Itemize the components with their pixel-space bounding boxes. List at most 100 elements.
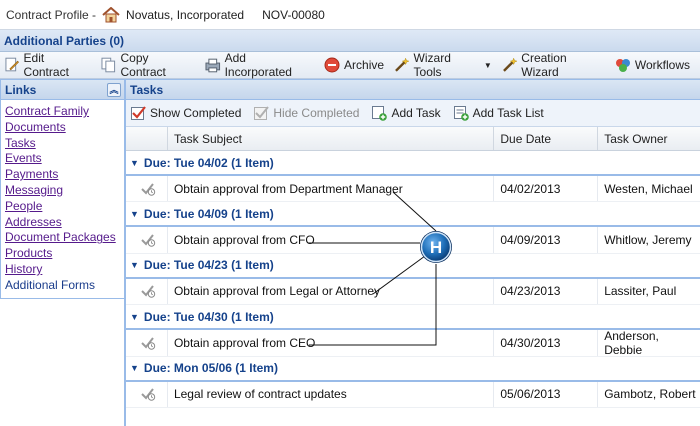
task-owner-cell: Lassiter, Paul — [604, 284, 677, 299]
link-additional-forms[interactable]: Additional Forms — [5, 278, 124, 294]
copy-document-icon — [101, 57, 116, 73]
task-row[interactable]: Legal review of contract updates 05/06/20… — [126, 381, 700, 408]
edit-contract-label: Edit Contract — [23, 51, 69, 79]
task-icon-cell — [126, 176, 168, 202]
link-documents[interactable]: Documents — [5, 120, 124, 136]
edit-contract-button[interactable]: Edit Contract — [4, 51, 91, 79]
task-icon-cell — [126, 227, 168, 253]
wand-icon — [395, 57, 410, 72]
add-task-label: Add Task — [391, 106, 441, 120]
column-icon-header — [126, 127, 168, 150]
add-task-list-label: Add Task List — [472, 106, 544, 120]
link-events[interactable]: Events — [5, 151, 124, 167]
task-subject-cell[interactable]: Legal review of contract updates — [168, 381, 495, 407]
link-addresses[interactable]: Addresses — [5, 215, 124, 231]
company-name: Novatus, Incorporated — [126, 7, 245, 22]
task-due-cell: 04/23/2013 — [494, 278, 599, 305]
main-toolbar: Edit Contract Copy Contract Add Incorpor… — [0, 51, 700, 79]
task-owner-cell: Anderson, Debbie — [604, 328, 659, 357]
link-history[interactable]: History — [5, 262, 124, 278]
task-subject-cell[interactable]: Obtain approval from Department Manager — [168, 176, 495, 202]
task-row[interactable]: Obtain approval from CFO 04/09/2013 Whitlo… — [126, 227, 700, 254]
tasks-toolbar: Show Completed Hide Completed Add Task A… — [126, 100, 700, 127]
task-subject-cell[interactable]: Obtain approval from CEO — [168, 330, 495, 356]
group-label: Due: Tue 04/23 (1 Item) — [143, 258, 274, 273]
task-row[interactable]: Obtain approval from Department Manager 0… — [126, 176, 700, 203]
task-owner-cell: Whitlow, Jeremy — [604, 233, 692, 248]
links-sidebar: Links ︽ Contract Family Documents Tasks … — [0, 79, 125, 299]
hide-completed-button[interactable]: Hide Completed — [253, 105, 359, 121]
links-header: Links ︽ — [1, 80, 124, 100]
task-status-icon[interactable] — [140, 387, 156, 401]
group-row[interactable]: ▼ Due: Mon 05/06 (1 Item) — [126, 356, 700, 382]
tasks-title: Tasks — [130, 82, 164, 97]
group-row[interactable]: ▼ Due: Tue 04/30 (1 Item) — [126, 305, 700, 331]
group-row[interactable]: ▼ Due: Tue 04/23 (1 Item) — [126, 253, 700, 279]
task-owner-cell: Westen, Michael — [604, 181, 693, 196]
links-title: Links — [5, 82, 37, 97]
link-tasks[interactable]: Tasks — [5, 136, 124, 152]
copy-contract-label: Copy Contract — [120, 51, 166, 79]
group-row[interactable]: ▼ Due: Tue 04/09 (1 Item) — [126, 202, 700, 228]
task-icon-cell — [126, 330, 168, 356]
task-row[interactable]: Obtain approval from CEO 04/30/2013 Anders… — [126, 328, 700, 357]
task-status-icon[interactable] — [140, 336, 156, 350]
printer-add-icon — [205, 58, 221, 73]
column-due-date[interactable]: Due Date — [494, 127, 599, 150]
task-owner-cell: Gambotz, Robert — [604, 387, 696, 402]
archive-button[interactable]: Archive — [324, 57, 384, 73]
hide-completed-label: Hide Completed — [273, 106, 360, 120]
task-row[interactable]: Obtain approval from Legal or Attorney 04… — [126, 278, 700, 306]
group-label: Due: Mon 05/06 (1 Item) — [143, 361, 278, 376]
link-people[interactable]: People — [5, 199, 124, 215]
group-collapse-icon[interactable]: ▼ — [130, 260, 139, 270]
archive-label: Archive — [344, 58, 385, 72]
add-incorporated-label: Add Incorporated — [224, 51, 292, 79]
task-due-cell: 04/02/2013 — [494, 176, 599, 202]
workflow-icon — [615, 59, 630, 72]
collapse-up-icon[interactable]: ︽ — [107, 82, 121, 97]
link-payments[interactable]: Payments — [5, 167, 124, 183]
add-task-icon — [372, 106, 388, 121]
link-products[interactable]: Products — [5, 246, 124, 262]
checkbox-disabled-icon — [254, 106, 270, 120]
chevron-down-icon: ▼ — [483, 60, 492, 70]
tasks-panel: Tasks Show Completed Hide Completed Add … — [125, 79, 700, 426]
column-task-owner[interactable]: Task Owner — [598, 127, 700, 150]
callout-letter: H — [430, 238, 442, 257]
group-row[interactable]: ▼ Due: Tue 04/02 (1 Item) — [126, 151, 700, 176]
task-status-icon[interactable] — [140, 233, 156, 247]
show-completed-button[interactable]: Show Completed — [130, 105, 241, 121]
add-incorporated-button[interactable]: Add Incorporated — [205, 51, 314, 79]
task-subject-cell[interactable]: Obtain approval from Legal or Attorney — [168, 278, 495, 305]
task-status-icon[interactable] — [140, 182, 156, 196]
h-callout-badge: H — [420, 231, 452, 263]
group-collapse-icon[interactable]: ▼ — [130, 158, 139, 168]
add-task-button[interactable]: Add Task — [371, 105, 441, 121]
workflows-button[interactable]: Workflows — [615, 57, 690, 73]
task-status-icon[interactable] — [140, 284, 156, 299]
wizard-tools-button[interactable]: Wizard Tools ▼ — [394, 51, 492, 79]
creation-wizard-label: Creation Wizard — [521, 51, 567, 79]
sidebar-empty-area — [0, 299, 125, 426]
copy-contract-button[interactable]: Copy Contract — [101, 51, 195, 79]
add-task-list-button[interactable]: Add Task List — [453, 105, 544, 121]
link-messaging[interactable]: Messaging — [5, 183, 124, 199]
title-label: Contract Profile - — [6, 7, 97, 22]
group-collapse-icon[interactable]: ▼ — [130, 363, 139, 373]
group-label: Due: Tue 04/30 (1 Item) — [143, 309, 274, 324]
column-task-subject[interactable]: Task Subject — [168, 127, 495, 150]
group-label: Due: Tue 04/09 (1 Item) — [143, 206, 274, 221]
show-completed-label: Show Completed — [150, 106, 242, 120]
link-contract-family[interactable]: Contract Family — [5, 104, 124, 120]
contract-id: NOV-00080 — [262, 7, 325, 22]
additional-parties-bar[interactable]: Additional Parties (0) — [0, 30, 700, 52]
link-document-packages[interactable]: Document Packages — [5, 230, 124, 246]
links-list: Contract Family Documents Tasks Events P… — [1, 100, 124, 294]
group-collapse-icon[interactable]: ▼ — [130, 209, 139, 219]
group-collapse-icon[interactable]: ▼ — [130, 312, 139, 322]
wand-icon — [502, 57, 518, 72]
task-icon-cell — [126, 381, 168, 407]
creation-wizard-button[interactable]: Creation Wizard — [502, 51, 605, 79]
workflows-label: Workflows — [634, 58, 691, 72]
